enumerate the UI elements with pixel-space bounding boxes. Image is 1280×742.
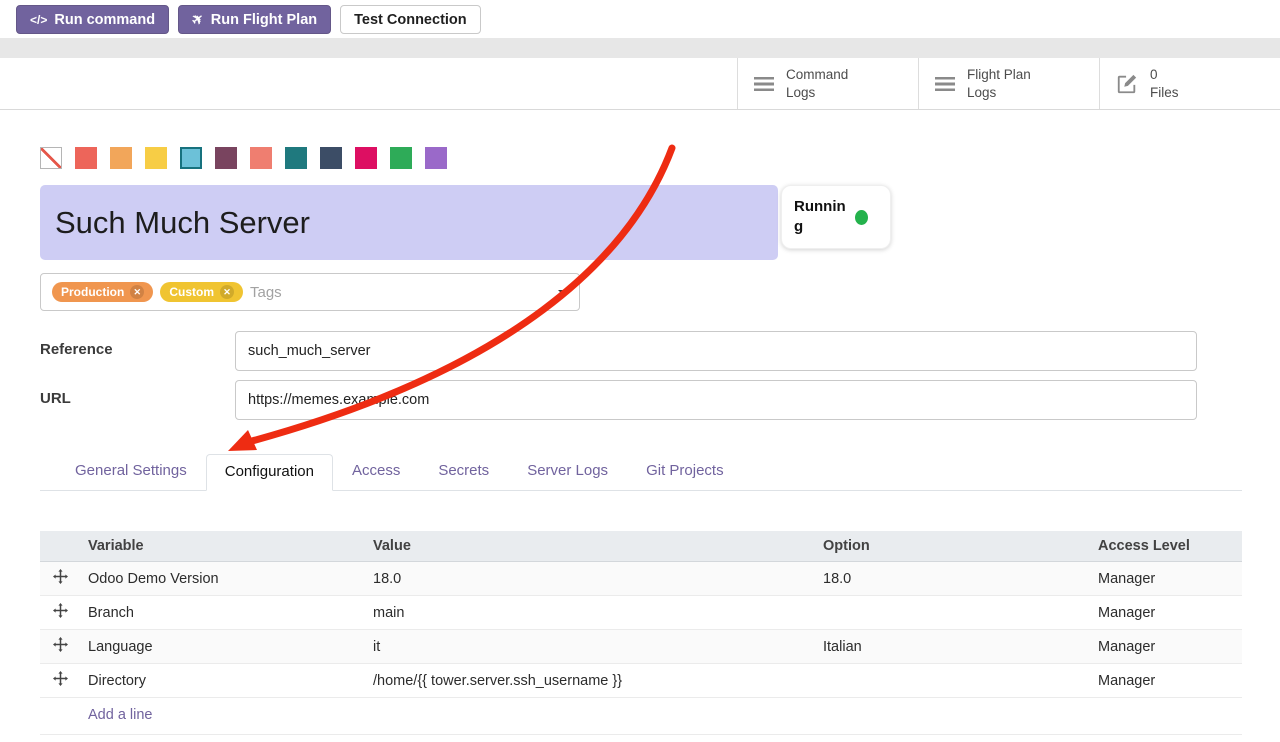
tab-access[interactable]: Access	[333, 453, 419, 490]
color-swatch[interactable]	[355, 147, 377, 169]
files-button[interactable]: 0 Files	[1099, 58, 1280, 109]
option-column-header: Option	[815, 531, 1090, 562]
table-row[interactable]: Language it Italian Manager	[40, 630, 1242, 664]
tag-custom[interactable]: Custom ✕	[160, 282, 243, 302]
separator-strip	[0, 38, 1280, 58]
url-label: URL	[40, 390, 235, 407]
drag-handle-icon[interactable]	[40, 664, 80, 698]
flight-plan-logs-label: Flight Plan Logs	[967, 66, 1047, 101]
value-cell[interactable]: it	[365, 630, 815, 664]
color-swatch[interactable]	[320, 147, 342, 169]
color-swatch[interactable]	[75, 147, 97, 169]
tab-general-settings[interactable]: General Settings	[56, 453, 206, 490]
tag-label: Custom	[169, 285, 214, 299]
status-dot-icon	[855, 210, 868, 225]
color-picker	[40, 147, 1242, 169]
command-logs-button[interactable]: Command Logs	[737, 58, 918, 109]
drag-handle-icon[interactable]	[40, 562, 80, 596]
option-cell[interactable]: 18.0	[815, 562, 1090, 596]
status-card: Running	[781, 185, 891, 249]
run-flight-plan-label: Run Flight Plan	[211, 12, 317, 28]
dropdown-caret-icon[interactable]	[558, 290, 568, 300]
variable-cell[interactable]: Branch	[80, 596, 365, 630]
color-swatch-selected[interactable]	[180, 147, 202, 169]
color-swatch[interactable]	[425, 147, 447, 169]
title-row: Such Much Server Running	[40, 185, 1242, 260]
color-swatch[interactable]	[250, 147, 272, 169]
notebook-tabs: General Settings Configuration Access Se…	[40, 453, 1242, 491]
edit-pencil-icon	[1116, 73, 1138, 95]
add-line-link[interactable]: Add a line	[88, 707, 153, 723]
reference-input[interactable]	[235, 331, 1197, 371]
color-swatch[interactable]	[110, 147, 132, 169]
remove-tag-icon[interactable]: ✕	[220, 285, 234, 299]
list-lines-icon	[754, 77, 774, 91]
value-cell[interactable]: /home/{{ tower.server.ssh_username }}	[365, 664, 815, 698]
drag-handle-icon[interactable]	[40, 630, 80, 664]
variable-column-header: Variable	[80, 531, 365, 562]
table-row[interactable]: Branch main Manager	[40, 596, 1242, 630]
table-header-row: Variable Value Option Access Level	[40, 531, 1242, 562]
run-command-button[interactable]: </> Run command	[16, 5, 169, 34]
reference-row: Reference	[40, 331, 1242, 371]
url-row: URL	[40, 380, 1242, 420]
top-toolbar: </> Run command ✈ Run Flight Plan Test C…	[0, 0, 1280, 38]
color-swatch[interactable]	[390, 147, 412, 169]
tab-secrets[interactable]: Secrets	[419, 453, 508, 490]
test-connection-button[interactable]: Test Connection	[340, 5, 481, 34]
option-cell[interactable]	[815, 596, 1090, 630]
list-lines-icon	[935, 77, 955, 91]
files-label: Files	[1150, 84, 1230, 102]
code-icon: </>	[30, 13, 47, 27]
option-cell[interactable]: Italian	[815, 630, 1090, 664]
access-level-column-header: Access Level	[1090, 531, 1242, 562]
tab-server-logs[interactable]: Server Logs	[508, 453, 627, 490]
table-row[interactable]: Odoo Demo Version 18.0 18.0 Manager	[40, 562, 1242, 596]
plane-icon: ✈	[188, 9, 208, 30]
remove-tag-icon[interactable]: ✕	[130, 285, 144, 299]
color-swatch-none[interactable]	[40, 147, 62, 169]
value-column-header: Value	[365, 531, 815, 562]
header-band: Command Logs Flight Plan Logs 0 Files	[0, 58, 1280, 110]
reference-label: Reference	[40, 341, 235, 358]
handle-column-header	[40, 531, 80, 562]
tab-configuration[interactable]: Configuration	[206, 454, 333, 491]
test-connection-label: Test Connection	[354, 12, 467, 28]
url-input[interactable]	[235, 380, 1197, 420]
tags-placeholder: Tags	[250, 284, 282, 301]
table-row[interactable]: Directory /home/{{ tower.server.ssh_user…	[40, 664, 1242, 698]
color-swatch[interactable]	[145, 147, 167, 169]
color-swatch[interactable]	[215, 147, 237, 169]
server-name-input[interactable]: Such Much Server	[40, 185, 778, 260]
command-logs-label: Command Logs	[786, 66, 866, 101]
access-level-cell[interactable]: Manager	[1090, 596, 1242, 630]
color-swatch[interactable]	[285, 147, 307, 169]
variable-cell[interactable]: Language	[80, 630, 365, 664]
variable-cell[interactable]: Odoo Demo Version	[80, 562, 365, 596]
server-form-sheet: Such Much Server Running Production ✕ Cu…	[0, 110, 1280, 735]
tags-input[interactable]: Production ✕ Custom ✕ Tags	[40, 273, 580, 311]
value-cell[interactable]: 18.0	[365, 562, 815, 596]
access-level-cell[interactable]: Manager	[1090, 562, 1242, 596]
status-label: Running	[794, 197, 846, 238]
option-cell[interactable]	[815, 664, 1090, 698]
add-line-row: Add a line	[40, 698, 1242, 735]
access-level-cell[interactable]: Manager	[1090, 630, 1242, 664]
drag-handle-icon[interactable]	[40, 596, 80, 630]
value-cell[interactable]: main	[365, 596, 815, 630]
tab-git-projects[interactable]: Git Projects	[627, 453, 743, 490]
variables-table: Variable Value Option Access Level Odoo …	[40, 531, 1242, 735]
run-command-label: Run command	[54, 12, 155, 28]
tag-label: Production	[61, 285, 124, 299]
access-level-cell[interactable]: Manager	[1090, 664, 1242, 698]
files-count: 0	[1150, 66, 1230, 84]
variable-cell[interactable]: Directory	[80, 664, 365, 698]
run-flight-plan-button[interactable]: ✈ Run Flight Plan	[178, 5, 331, 34]
tag-production[interactable]: Production ✕	[52, 282, 153, 302]
flight-plan-logs-button[interactable]: Flight Plan Logs	[918, 58, 1099, 109]
